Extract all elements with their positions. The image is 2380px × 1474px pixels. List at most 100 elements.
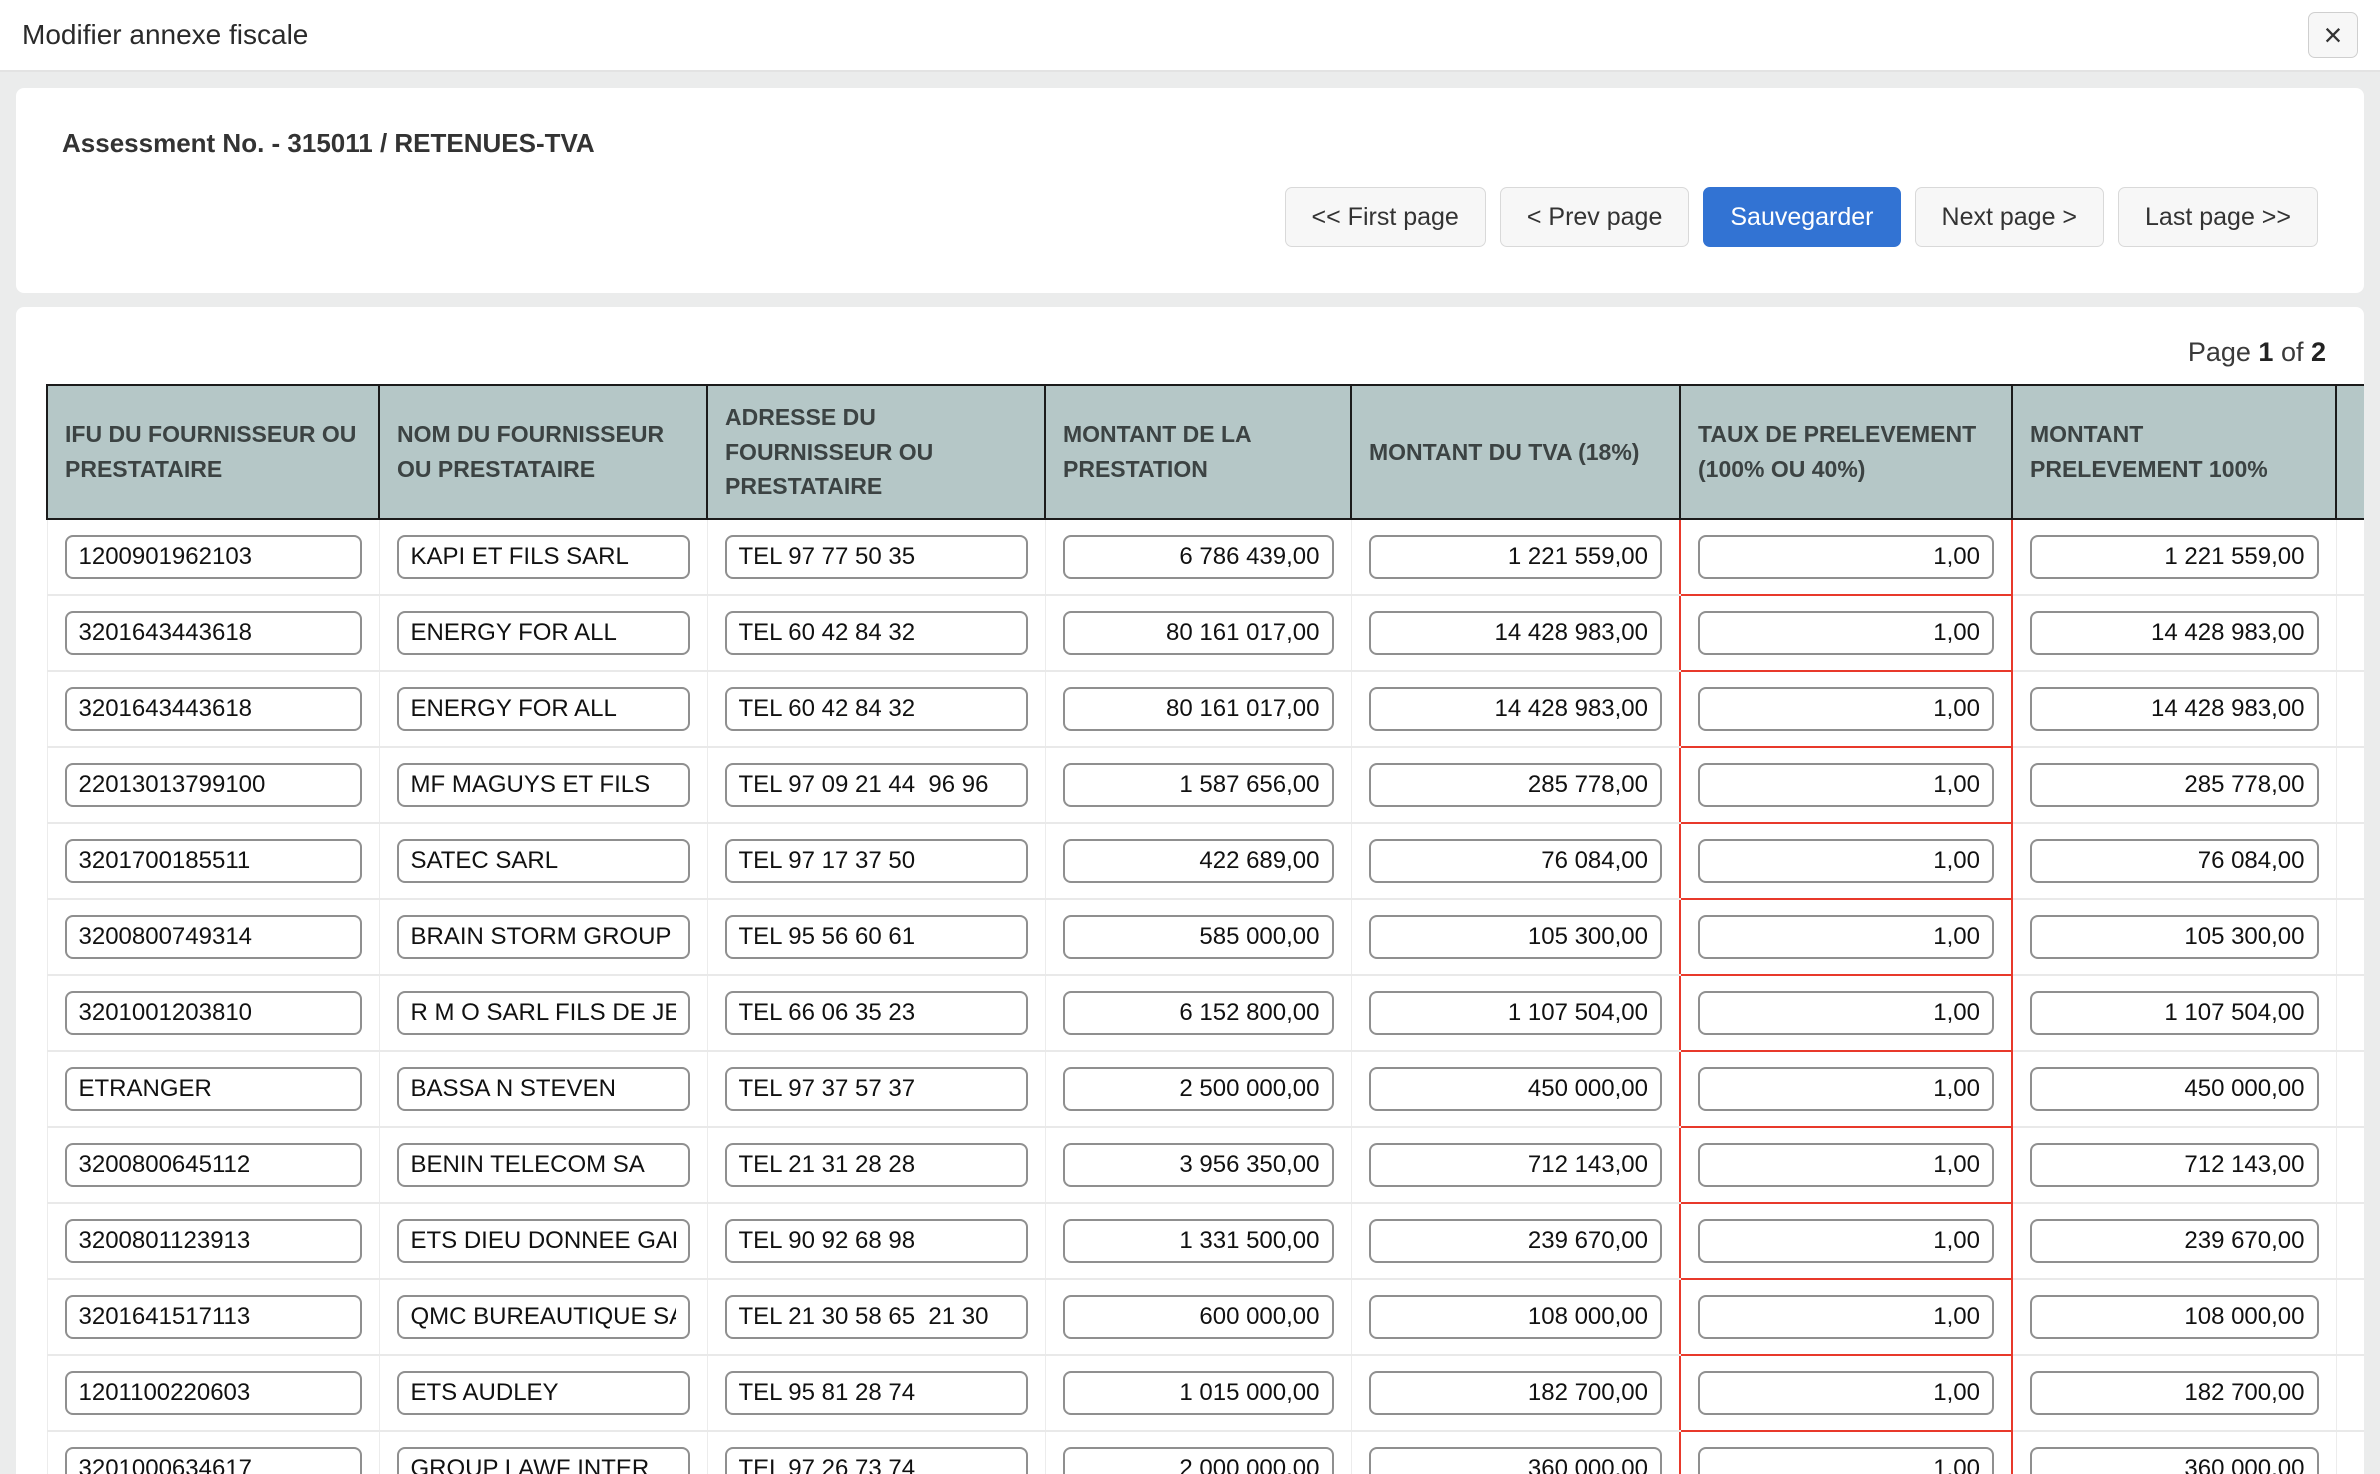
prestation-input[interactable] — [1063, 1219, 1334, 1263]
ifu-input[interactable] — [65, 839, 362, 883]
prestation-input[interactable] — [1063, 1447, 1334, 1474]
adresse-input[interactable] — [725, 1067, 1028, 1111]
next-page-button[interactable]: Next page > — [1915, 187, 2105, 247]
prelevement-input[interactable] — [2030, 1219, 2319, 1263]
adresse-input[interactable] — [725, 535, 1028, 579]
prelevement-input[interactable] — [2030, 1371, 2319, 1415]
tva-input[interactable] — [1369, 1219, 1663, 1263]
page-indicator: Page 1 of 2 — [46, 337, 2326, 368]
taux-input[interactable] — [1698, 991, 1994, 1035]
adresse-input[interactable] — [725, 1447, 1028, 1474]
nom-input[interactable] — [397, 991, 690, 1035]
tva-input[interactable] — [1369, 1067, 1663, 1111]
assessment-panel: Assessment No. - 315011 / RETENUES-TVA <… — [16, 88, 2364, 293]
taux-input[interactable] — [1698, 1143, 1994, 1187]
nom-input[interactable] — [397, 839, 690, 883]
ifu-input[interactable] — [65, 1067, 362, 1111]
prelevement-input[interactable] — [2030, 611, 2319, 655]
prelevement-input[interactable] — [2030, 687, 2319, 731]
ifu-input[interactable] — [65, 1219, 362, 1263]
taux-input[interactable] — [1698, 1067, 1994, 1111]
prelevement-input[interactable] — [2030, 1143, 2319, 1187]
adresse-input[interactable] — [725, 1371, 1028, 1415]
tva-input[interactable] — [1369, 1447, 1663, 1474]
tva-input[interactable] — [1369, 1143, 1663, 1187]
last-page-button[interactable]: Last page >> — [2118, 187, 2318, 247]
adresse-input[interactable] — [725, 687, 1028, 731]
taux-input[interactable] — [1698, 1371, 1994, 1415]
ifu-input[interactable] — [65, 763, 362, 807]
close-button[interactable]: × — [2308, 12, 2358, 58]
prestation-input[interactable] — [1063, 535, 1334, 579]
prestation-input[interactable] — [1063, 915, 1334, 959]
tva-input[interactable] — [1369, 611, 1663, 655]
prelevement-input[interactable] — [2030, 1067, 2319, 1111]
taux-input[interactable] — [1698, 1295, 1994, 1339]
nom-input[interactable] — [397, 763, 690, 807]
prestation-input[interactable] — [1063, 839, 1334, 883]
prestation-input[interactable] — [1063, 1143, 1334, 1187]
nom-input[interactable] — [397, 1447, 690, 1474]
adresse-input[interactable] — [725, 611, 1028, 655]
prestation-input[interactable] — [1063, 687, 1334, 731]
prelevement-input[interactable] — [2030, 763, 2319, 807]
prelevement-input[interactable] — [2030, 535, 2319, 579]
prestation-input[interactable] — [1063, 763, 1334, 807]
prev-page-button[interactable]: < Prev page — [1500, 187, 1690, 247]
prestation-input[interactable] — [1063, 611, 1334, 655]
prelevement-input[interactable] — [2030, 839, 2319, 883]
nom-input[interactable] — [397, 1219, 690, 1263]
adresse-input[interactable] — [725, 1295, 1028, 1339]
nom-input[interactable] — [397, 1371, 690, 1415]
ifu-input[interactable] — [65, 991, 362, 1035]
adresse-input[interactable] — [725, 1219, 1028, 1263]
adresse-input[interactable] — [725, 839, 1028, 883]
taux-input[interactable] — [1698, 763, 1994, 807]
tva-input[interactable] — [1369, 1371, 1663, 1415]
nom-input[interactable] — [397, 1295, 690, 1339]
taux-input[interactable] — [1698, 687, 1994, 731]
adresse-input[interactable] — [725, 763, 1028, 807]
page-indicator-prefix: Page — [2188, 337, 2259, 367]
ifu-input[interactable] — [65, 535, 362, 579]
save-button[interactable]: Sauvegarder — [1703, 187, 1900, 247]
prelevement-input[interactable] — [2030, 991, 2319, 1035]
ifu-input[interactable] — [65, 611, 362, 655]
prestation-input[interactable] — [1063, 1371, 1334, 1415]
taux-input[interactable] — [1698, 611, 1994, 655]
adresse-input[interactable] — [725, 991, 1028, 1035]
nom-input[interactable] — [397, 1143, 690, 1187]
tva-input[interactable] — [1369, 535, 1663, 579]
taux-input[interactable] — [1698, 915, 1994, 959]
ifu-input[interactable] — [65, 1447, 362, 1474]
nom-input[interactable] — [397, 915, 690, 959]
adresse-input[interactable] — [725, 1143, 1028, 1187]
ifu-input[interactable] — [65, 1295, 362, 1339]
nom-input[interactable] — [397, 687, 690, 731]
taux-input[interactable] — [1698, 1219, 1994, 1263]
tva-input[interactable] — [1369, 763, 1663, 807]
taux-input[interactable] — [1698, 839, 1994, 883]
nom-input[interactable] — [397, 1067, 690, 1111]
tva-input[interactable] — [1369, 915, 1663, 959]
prelevement-input[interactable] — [2030, 915, 2319, 959]
prestation-input[interactable] — [1063, 1067, 1334, 1111]
nom-input[interactable] — [397, 611, 690, 655]
prestation-input[interactable] — [1063, 991, 1334, 1035]
tva-input[interactable] — [1369, 991, 1663, 1035]
taux-input[interactable] — [1698, 1447, 1994, 1474]
first-page-button[interactable]: << First page — [1285, 187, 1486, 247]
taux-input[interactable] — [1698, 535, 1994, 579]
ifu-input[interactable] — [65, 687, 362, 731]
nom-input[interactable] — [397, 535, 690, 579]
tva-input[interactable] — [1369, 839, 1663, 883]
prelevement-input[interactable] — [2030, 1447, 2319, 1474]
tva-input[interactable] — [1369, 687, 1663, 731]
adresse-input[interactable] — [725, 915, 1028, 959]
prestation-input[interactable] — [1063, 1295, 1334, 1339]
ifu-input[interactable] — [65, 915, 362, 959]
tva-input[interactable] — [1369, 1295, 1663, 1339]
prelevement-input[interactable] — [2030, 1295, 2319, 1339]
ifu-input[interactable] — [65, 1371, 362, 1415]
ifu-input[interactable] — [65, 1143, 362, 1187]
